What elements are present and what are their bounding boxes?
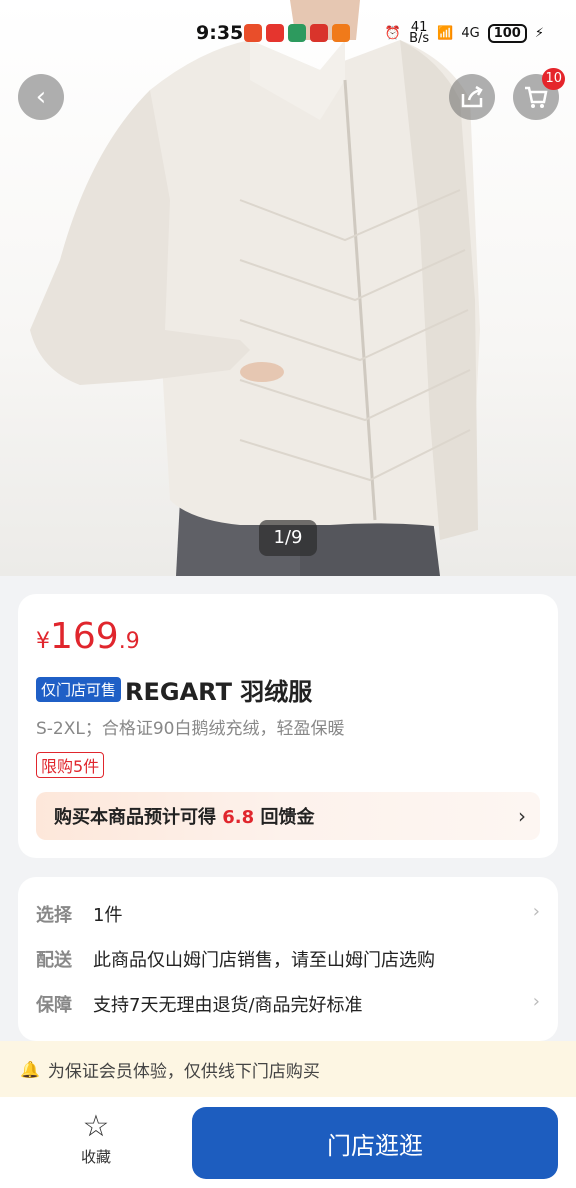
battery-indicator: 100 [487,23,527,43]
option-label: 保障 [36,995,72,1016]
status-time: 9:35 [196,22,244,44]
option-row-guarantee[interactable]: 保障 支持7天无理由退货/商品完好标准 › [36,991,540,1021]
option-label: 配送 [36,950,72,971]
app-icon [266,24,284,42]
option-value: 支持7天无理由退货/商品完好标准 [93,995,363,1016]
app-icon [310,24,328,42]
price-currency: ¥ [36,629,50,654]
status-right: ⏰ 41 B/s 📶 4G 100 ⚡ [384,20,544,46]
app-icon [288,24,306,42]
product-title: REGART 羽绒服 [125,678,313,706]
product-subtitle: S-2XL；合格证90白鹅绒充绒，轻盈保暖 [36,719,345,739]
gallery-pager: 1/9 [259,520,317,556]
bell-icon: 🔔 [20,1059,40,1079]
member-notice-bar: 🔔 为保证会员体验，仅供线下门店购买 [0,1041,576,1097]
options-card: 选择 1件 › 配送 此商品仅山姆门店销售，请至山姆门店选购 保障 支持7天无理… [18,877,558,1041]
option-row-select[interactable]: 选择 1件 › [36,901,540,931]
network-speed: 41 B/s [409,20,430,46]
cart-icon [525,86,548,108]
status-bar: 9:35 ⏰ 41 B/s 📶 4G 100 ⚡ [0,18,576,50]
price-decimal: .9 [118,629,140,654]
notice-text: 为保证会员体验，仅供线下门店购买 [47,1061,320,1082]
product-info-card: ¥169.9 仅门店可售 REGART 羽绒服 S-2XL；合格证90白鹅绒充绒… [18,594,558,858]
product-image-gallery[interactable]: 9:35 ⏰ 41 B/s 📶 4G 100 ⚡ ‹ 10 1/9 [0,0,576,576]
star-icon: ☆ [82,1109,110,1144]
option-label: 选择 [36,905,72,926]
option-row-delivery: 配送 此商品仅山姆门店销售，请至山姆门店选购 [36,946,540,976]
back-button[interactable]: ‹ [18,74,64,120]
favorite-button[interactable]: ☆ 收藏 [70,1109,122,1167]
title-row: 仅门店可售 REGART 羽绒服 [36,672,312,707]
charging-icon: ⚡ [534,25,544,41]
signal-label: 4G [461,25,480,41]
visit-store-button[interactable]: 门店逛逛 [192,1107,558,1179]
rebate-banner[interactable]: 购买本商品预计可得 6.8 回馈金 › [36,792,540,840]
cart-count-badge: 10 [542,68,565,90]
chevron-right-icon: › [518,804,526,828]
chevron-right-icon: › [532,991,540,1012]
notification-icons [244,24,350,42]
chevron-right-icon: › [532,901,540,922]
favorite-label: 收藏 [80,1148,111,1166]
app-icon [332,24,350,42]
rebate-amount: 6.8 [222,807,255,828]
rebate-text: 购买本商品预计可得 6.8 回馈金 [54,807,315,828]
price-integer: 169 [50,616,119,657]
alarm-icon: ⏰ [384,25,402,41]
share-button[interactable] [449,74,495,120]
purchase-limit-tag: 限购5件 [36,752,105,778]
share-icon [461,85,483,108]
option-value: 此商品仅山姆门店销售，请至山姆门店选购 [93,950,435,971]
wifi-icon: 📶 [437,25,454,41]
store-only-tag: 仅门店可售 [36,677,122,702]
product-price: ¥169.9 [36,616,140,657]
app-icon [244,24,262,42]
option-value: 1件 [93,905,123,926]
cart-button[interactable]: 10 [513,68,565,120]
bottom-action-bar: ☆ 收藏 门店逛逛 [0,1097,576,1188]
chevron-left-icon: ‹ [35,82,47,112]
